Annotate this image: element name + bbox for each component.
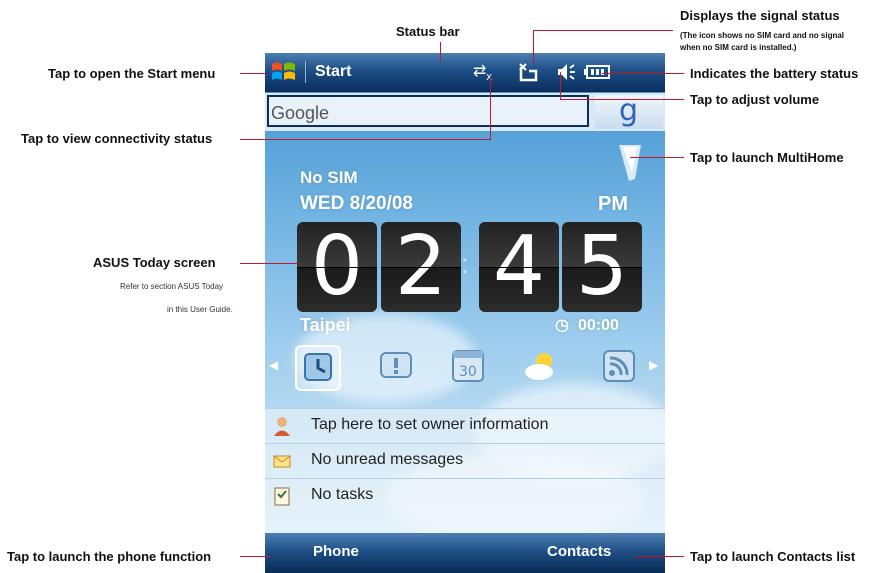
ampm-label: PM bbox=[598, 193, 628, 215]
callout-signal-note: when no SIM card is installed.) bbox=[680, 43, 797, 52]
search-input[interactable]: Google bbox=[267, 95, 589, 127]
tasks-icon bbox=[274, 487, 290, 506]
callout-volume: Tap to adjust volume bbox=[690, 92, 820, 107]
start-menu-button[interactable]: Start bbox=[315, 63, 351, 81]
info-row-label: No unread messages bbox=[311, 451, 464, 468]
callout-multihome: Tap to launch MultiHome bbox=[690, 150, 844, 165]
rss-tab-icon[interactable] bbox=[598, 345, 640, 387]
callout-status-bar: Status bar bbox=[396, 24, 460, 39]
leader-line bbox=[240, 556, 270, 557]
clock-digit[interactable]: 0 bbox=[297, 222, 377, 312]
leader-line bbox=[240, 139, 490, 140]
callout-contacts: Tap to launch Contacts list bbox=[690, 549, 856, 564]
windows-start-icon[interactable] bbox=[269, 58, 299, 86]
city-label: Taipei bbox=[300, 315, 351, 335]
asus-today-screen: Start ⇄x Google g No SIM WED 8/20/08 PM … bbox=[265, 53, 665, 573]
clock-digit[interactable]: 4 bbox=[479, 222, 559, 312]
callout-battery: Indicates the battery status bbox=[690, 66, 859, 81]
divider bbox=[305, 61, 306, 83]
list-item[interactable]: No tasks bbox=[265, 478, 665, 513]
callout-asus-today: ASUS Today screen bbox=[93, 255, 216, 270]
clock-digit[interactable]: 5 bbox=[562, 222, 642, 312]
date-label: WED 8/20/08 bbox=[300, 193, 413, 214]
clock-tab-icon[interactable] bbox=[295, 345, 341, 391]
leader-line bbox=[240, 263, 298, 264]
list-item[interactable]: No unread messages bbox=[265, 443, 665, 478]
leader-line bbox=[635, 556, 684, 557]
battery-icon bbox=[583, 61, 613, 88]
leader-line bbox=[560, 99, 684, 100]
alert-tab-icon[interactable] bbox=[375, 345, 417, 387]
callout-phone: Tap to launch the phone function bbox=[7, 549, 212, 564]
list-item[interactable]: Tap here to set owner information bbox=[265, 408, 665, 443]
callout-asus-note: Refer to section ASUS Today bbox=[120, 282, 224, 291]
contacts-softkey[interactable]: Contacts bbox=[547, 543, 611, 560]
leader-line bbox=[630, 157, 684, 158]
phone-softkey[interactable]: Phone bbox=[313, 543, 359, 560]
info-row-label: Tap here to set owner information bbox=[311, 416, 549, 433]
alarm-time: 00:00 bbox=[578, 317, 619, 334]
softkey-bar: Phone Contacts bbox=[265, 533, 665, 573]
weather-tab-icon[interactable] bbox=[520, 345, 562, 387]
alarm-icon: ◷ bbox=[555, 317, 569, 334]
google-search-button[interactable]: g bbox=[595, 93, 663, 129]
clock-digit[interactable]: 2 bbox=[381, 222, 461, 312]
leader-line bbox=[490, 78, 491, 140]
leader-line bbox=[560, 72, 561, 100]
multihome-icon[interactable] bbox=[617, 143, 643, 183]
callout-asus-note: in this User Guide. bbox=[167, 305, 233, 314]
callout-signal-status: Displays the signal status bbox=[680, 8, 840, 23]
info-row-label: No tasks bbox=[311, 486, 374, 503]
callout-signal-note: (The icon shows no SIM card and no signa… bbox=[680, 31, 845, 40]
callout-start-menu: Tap to open the Start menu bbox=[48, 66, 216, 81]
callout-connectivity: Tap to view connectivity status bbox=[21, 131, 213, 146]
owner-icon bbox=[274, 417, 290, 436]
today-info-list: Tap here to set owner information No unr… bbox=[265, 408, 665, 533]
leader-line bbox=[533, 30, 673, 31]
leader-line bbox=[533, 30, 534, 64]
calendar-tab-icon[interactable]: 30 bbox=[447, 345, 489, 387]
message-icon bbox=[273, 455, 291, 468]
scroll-left-icon[interactable]: ◀ bbox=[269, 358, 278, 372]
volume-icon[interactable] bbox=[555, 61, 577, 88]
leader-line bbox=[440, 42, 441, 62]
leader-line bbox=[602, 73, 684, 74]
sim-status: No SIM bbox=[300, 168, 358, 187]
leader-line bbox=[240, 73, 265, 74]
svg-text:30: 30 bbox=[459, 364, 477, 380]
signal-icon[interactable] bbox=[517, 61, 539, 88]
scroll-right-icon[interactable]: ▶ bbox=[649, 358, 658, 372]
clock-colon: : bbox=[461, 248, 469, 279]
